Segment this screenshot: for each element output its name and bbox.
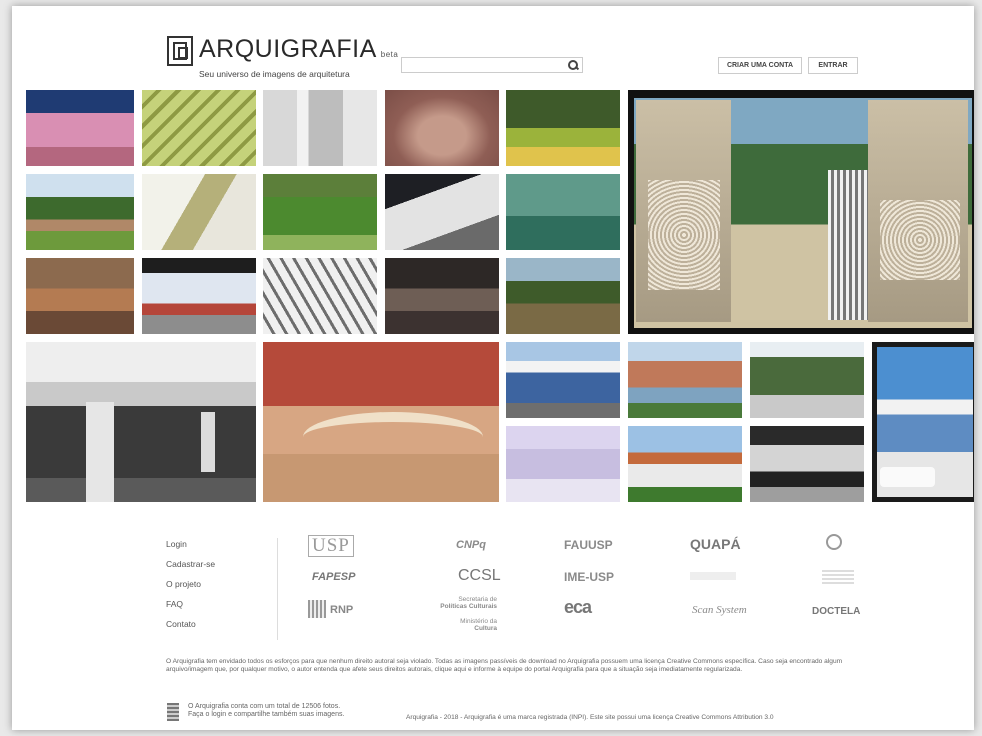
- quapa-logo[interactable]: QUAPÁ: [690, 536, 741, 552]
- footer-link-signup[interactable]: Cadastrar-se: [166, 559, 215, 569]
- ministerio-line-1: Ministério da: [460, 618, 497, 625]
- cnpq-logo[interactable]: CNPq: [456, 539, 486, 551]
- photo-tile[interactable]: [872, 342, 974, 502]
- photo-tile[interactable]: [506, 258, 620, 334]
- docteia-logo[interactable]: DOCTELA: [812, 606, 860, 617]
- university-seal-icon[interactable]: [826, 534, 842, 550]
- ministerio-line-2: Cultura: [474, 625, 497, 632]
- photo-tile[interactable]: [26, 342, 256, 502]
- photo-tile[interactable]: [750, 426, 864, 502]
- secretaria-line-1: Secretaria de: [458, 596, 497, 603]
- photo-count: O Arquigrafia conta com um total de 1250…: [188, 703, 344, 719]
- faded-partner-logo[interactable]: [690, 572, 736, 580]
- photo-tile[interactable]: [142, 174, 256, 250]
- footer-link-about[interactable]: O projeto: [166, 579, 201, 589]
- eca-logo[interactable]: eca: [564, 597, 592, 618]
- rnp-icon: [308, 600, 326, 618]
- search-input[interactable]: [405, 61, 569, 75]
- photo-tile[interactable]: [506, 426, 620, 502]
- logo-icon: [167, 36, 193, 66]
- university-text-logo[interactable]: [822, 570, 854, 584]
- photo-tile[interactable]: [628, 342, 742, 418]
- rnp-logo[interactable]: RNP: [330, 604, 353, 616]
- photo-tile[interactable]: [506, 90, 620, 166]
- photo-tile[interactable]: [26, 90, 134, 166]
- copyright-notice: O Arquigrafia tem envidado todos os esfo…: [166, 658, 843, 673]
- usp-logo[interactable]: USP: [308, 535, 354, 557]
- photo-count-line-1: O Arquigrafia conta com um total de 1250…: [188, 703, 341, 710]
- photo-tile[interactable]: [263, 174, 377, 250]
- ccsl-logo[interactable]: CCSL: [458, 567, 501, 585]
- page: ARQUIGRAFIA beta Seu universo de imagens …: [12, 6, 974, 730]
- fauusp-logo[interactable]: FAUUSP: [564, 538, 613, 552]
- photo-tile[interactable]: [385, 90, 499, 166]
- photo-tile[interactable]: [263, 342, 499, 502]
- photo-count-line-2: Faça o login e compartilhe também suas i…: [188, 711, 345, 718]
- ime-usp-logo[interactable]: IME-USP: [564, 570, 614, 584]
- photo-tile[interactable]: [385, 258, 499, 334]
- photo-tile[interactable]: [385, 174, 499, 250]
- copyright-line: Arquigrafia - 2018 - Arquigrafia é uma m…: [406, 714, 774, 721]
- site-logo[interactable]: ARQUIGRAFIA beta Seu universo de imagens …: [167, 36, 398, 79]
- footer-link-login[interactable]: Login: [166, 539, 187, 549]
- secretaria-line-2: Políticas Culturais: [440, 603, 497, 610]
- scan-system-logo[interactable]: Scan System: [692, 604, 747, 616]
- photo-tile[interactable]: [506, 174, 620, 250]
- create-account-button[interactable]: CRIAR UMA CONTA: [718, 57, 802, 74]
- photo-tile[interactable]: [628, 426, 742, 502]
- photo-count-icon: [167, 703, 179, 721]
- photo-tile[interactable]: [750, 342, 864, 418]
- photo-tile[interactable]: [142, 90, 256, 166]
- brand-name: ARQUIGRAFIA: [199, 35, 377, 63]
- photo-tile[interactable]: [506, 342, 620, 418]
- search-box: [401, 57, 583, 75]
- fapesp-logo[interactable]: FAPESP: [312, 571, 355, 583]
- photo-tile[interactable]: [26, 174, 134, 250]
- search-icon[interactable]: [567, 59, 579, 71]
- footer-divider: [277, 538, 278, 640]
- photo-tile[interactable]: [26, 258, 134, 334]
- secretaria-logo[interactable]: Secretaria de Políticas Culturais: [435, 596, 497, 610]
- footer-link-faq[interactable]: FAQ: [166, 599, 183, 609]
- photo-tile[interactable]: [263, 258, 377, 334]
- footer-link-contact[interactable]: Contato: [166, 619, 196, 629]
- photo-tile[interactable]: [263, 90, 377, 166]
- tagline: Seu universo de imagens de arquitetura: [199, 69, 350, 79]
- photo-tile[interactable]: [142, 258, 256, 334]
- ministerio-logo[interactable]: Ministério da Cultura: [435, 618, 497, 632]
- beta-label: beta: [380, 50, 399, 59]
- login-button[interactable]: ENTRAR: [808, 57, 858, 74]
- featured-photo[interactable]: [628, 90, 974, 334]
